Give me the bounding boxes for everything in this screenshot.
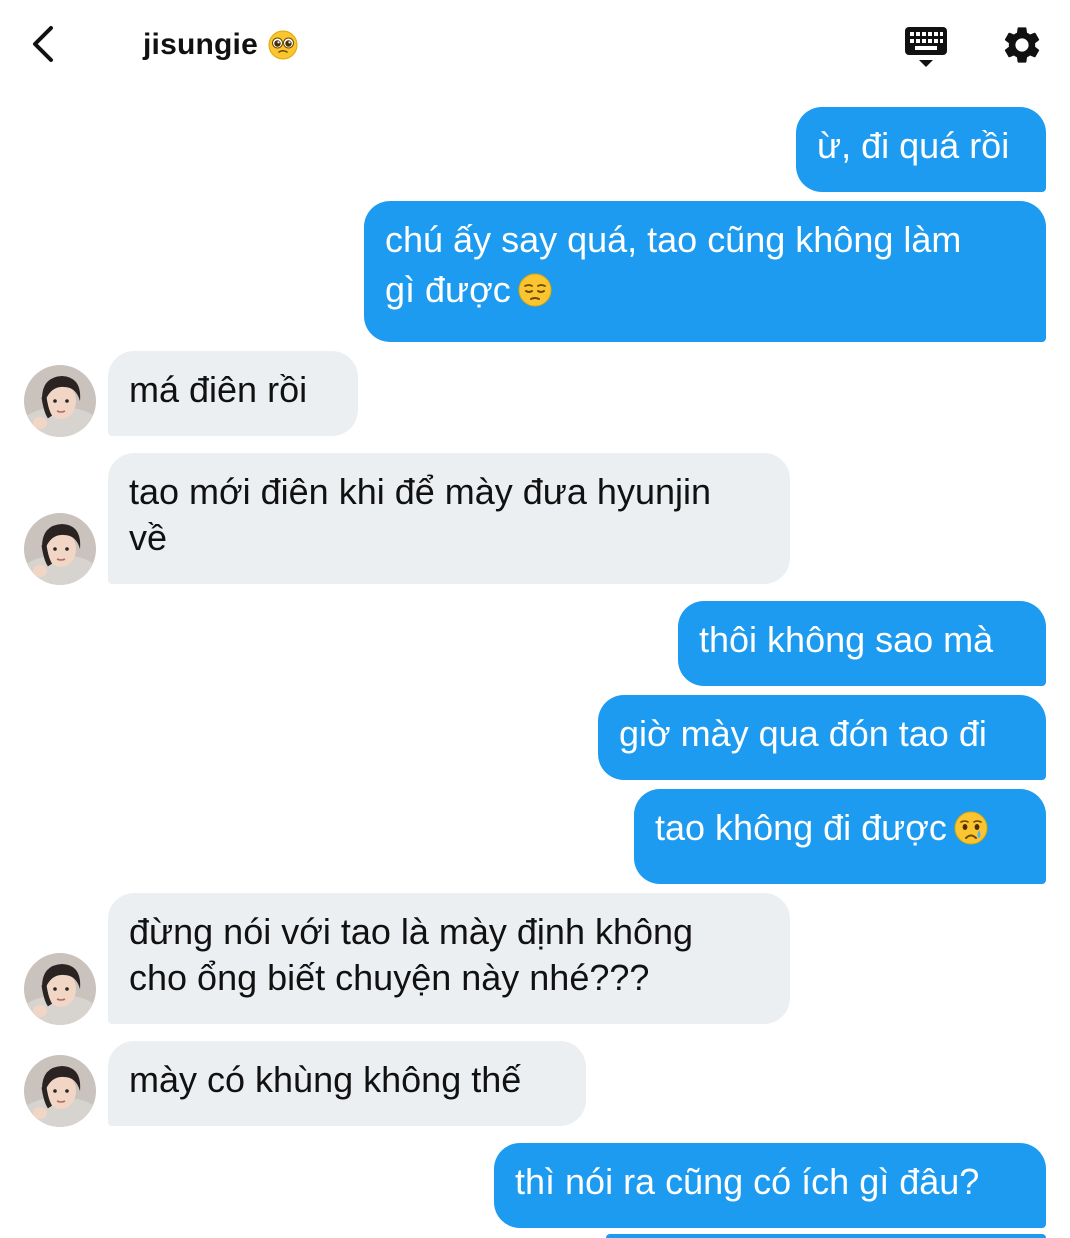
contact-name: jisungie xyxy=(143,28,258,61)
keyboard-button[interactable] xyxy=(903,25,949,69)
outgoing-message-bubble[interactable]: ừ, đi quá rồi xyxy=(796,107,1046,192)
message-text: tao không đi được xyxy=(655,807,947,848)
gear-icon xyxy=(1004,27,1040,63)
message-text: thì nói ra cũng có ích gì đâu? xyxy=(515,1161,980,1202)
pensive-face-emoji xyxy=(518,273,552,307)
message-text: mày có khùng không thế xyxy=(129,1059,522,1100)
message-text: gì được xyxy=(385,269,511,310)
message-text: cho ổng biết chuyện này nhé??? xyxy=(129,957,650,998)
message-text: má điên rồi xyxy=(129,369,308,410)
back-button[interactable] xyxy=(22,22,66,66)
outgoing-message-bubble-partial[interactable] xyxy=(606,1234,1046,1238)
outgoing-message-bubble[interactable]: chú ấy say quá, tao cũng không làm gì đư… xyxy=(364,201,1046,342)
pleading-face-emoji xyxy=(268,30,298,60)
chevron-left-icon xyxy=(33,26,53,62)
avatar[interactable] xyxy=(24,1055,96,1127)
incoming-message-bubble[interactable]: mày có khùng không thế xyxy=(108,1041,586,1126)
outgoing-message-bubble[interactable]: thôi không sao mà xyxy=(678,601,1046,686)
outgoing-message-bubble[interactable]: thì nói ra cũng có ích gì đâu? xyxy=(494,1143,1046,1228)
crying-face-emoji xyxy=(954,811,988,845)
incoming-message-bubble[interactable]: má điên rồi xyxy=(108,351,358,436)
message-text: giờ mày qua đón tao đi xyxy=(619,713,987,754)
message-text: thôi không sao mà xyxy=(699,619,994,660)
message-text: ừ, đi quá rồi xyxy=(817,125,1010,166)
message-text: đừng nói với tao là mày định không xyxy=(129,911,694,952)
message-text: về xyxy=(129,517,168,558)
chat-header: jisungie xyxy=(0,0,1070,96)
incoming-message-bubble[interactable]: đừng nói với tao là mày định không cho ổ… xyxy=(108,893,790,1024)
outgoing-message-bubble[interactable]: giờ mày qua đón tao đi xyxy=(598,695,1046,780)
keyboard-icon xyxy=(905,27,947,67)
message-text: tao mới điên khi để mày đưa hyunjin xyxy=(129,471,712,512)
avatar[interactable] xyxy=(24,513,96,585)
incoming-message-bubble[interactable]: tao mới điên khi để mày đưa hyunjin về xyxy=(108,453,790,584)
avatar[interactable] xyxy=(24,365,96,437)
message-text: chú ấy say quá, tao cũng không làm xyxy=(385,219,962,260)
outgoing-message-bubble[interactable]: tao không đi được xyxy=(634,789,1046,884)
avatar[interactable] xyxy=(24,953,96,1025)
settings-button[interactable] xyxy=(1000,23,1044,67)
conversation-title[interactable]: jisungie xyxy=(143,28,298,62)
